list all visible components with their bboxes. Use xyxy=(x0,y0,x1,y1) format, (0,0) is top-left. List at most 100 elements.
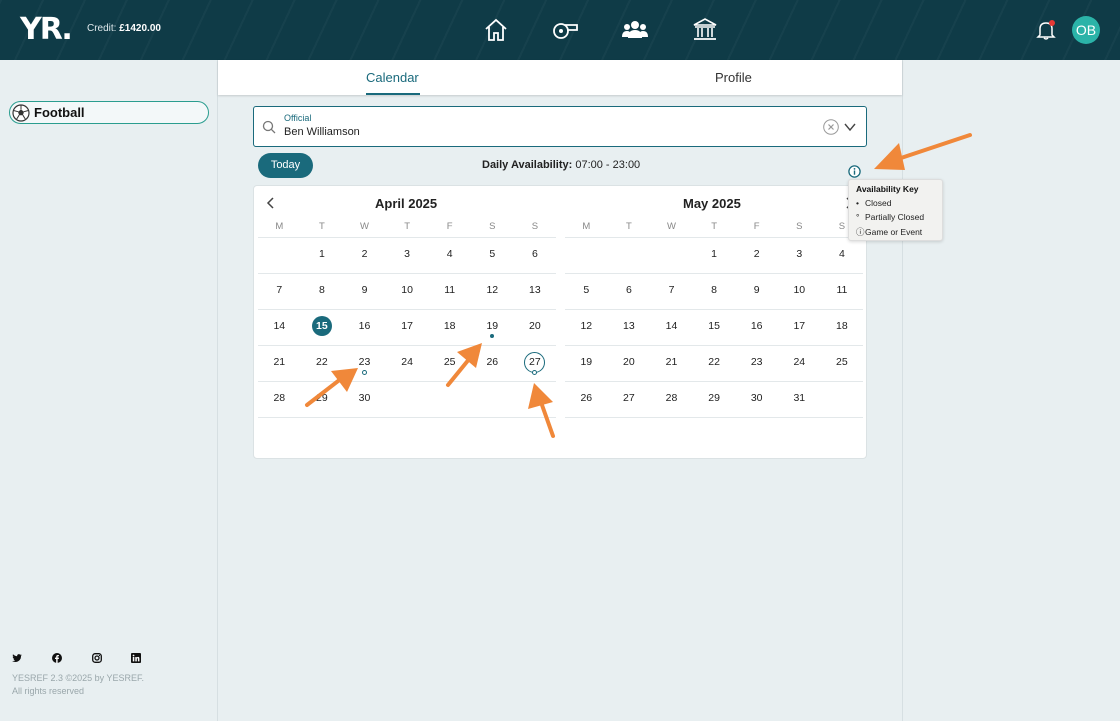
weekday-header: M xyxy=(275,221,284,232)
calendar-day[interactable]: 11 xyxy=(428,284,471,296)
chevron-down-icon[interactable] xyxy=(844,122,856,132)
avatar[interactable]: OB xyxy=(1072,16,1100,44)
daily-availability: Daily Availability: 07:00 - 23:00 xyxy=(482,159,640,171)
calendar-day[interactable]: 18 xyxy=(821,320,864,332)
calendar-day[interactable]: 8 xyxy=(693,284,736,296)
calendar-day[interactable]: 23 xyxy=(735,356,778,368)
calendar-day[interactable]: 30 xyxy=(735,392,778,404)
calendar-day[interactable]: 7 xyxy=(650,284,693,296)
calendar-day[interactable]: 16 xyxy=(343,320,386,332)
calendar-day[interactable]: 28 xyxy=(258,392,301,404)
official-field-label: Official xyxy=(284,113,312,123)
home-icon[interactable] xyxy=(482,16,510,44)
weekday-header: S xyxy=(531,221,539,232)
availability-key-title: Availability Key xyxy=(856,184,919,194)
chevron-left-icon[interactable] xyxy=(266,197,276,209)
weekday-header: S xyxy=(489,221,496,232)
calendar-day[interactable]: 17 xyxy=(778,320,821,332)
grid-line xyxy=(258,417,557,418)
calendar-day[interactable]: 15 xyxy=(693,320,736,332)
calendar-day[interactable]: 4 xyxy=(821,248,864,260)
calendar-day[interactable]: 27 xyxy=(608,392,651,404)
credit-value: £1420.00 xyxy=(119,23,161,34)
grid-line xyxy=(258,381,557,382)
calendar-day[interactable]: 6 xyxy=(514,248,557,260)
calendar-day[interactable]: 24 xyxy=(778,356,821,368)
calendar-day[interactable]: 14 xyxy=(650,320,693,332)
calendar-day[interactable]: 3 xyxy=(386,248,429,260)
calendar-day[interactable]: 7 xyxy=(258,284,301,296)
grid-line xyxy=(565,417,864,418)
calendar-day[interactable]: 6 xyxy=(608,284,651,296)
calendar-day[interactable]: 26 xyxy=(471,356,514,368)
calendar-day[interactable]: 16 xyxy=(735,320,778,332)
key-item-partially-closed: ° Partially Closed xyxy=(856,212,924,222)
linkedin-icon[interactable] xyxy=(131,653,141,663)
twitter-icon[interactable] xyxy=(12,653,22,663)
logo[interactable]: YR. xyxy=(20,12,73,47)
calendar-day[interactable]: 20 xyxy=(514,320,557,332)
tab-calendar[interactable]: Calendar xyxy=(366,70,419,85)
calendar-day[interactable]: 5 xyxy=(471,248,514,260)
closed-dot-icon: • xyxy=(856,198,859,208)
calendar-day[interactable]: 10 xyxy=(778,284,821,296)
calendar-day[interactable]: 13 xyxy=(514,284,557,296)
clear-icon[interactable] xyxy=(823,119,839,135)
sidebar-item-football[interactable]: Football xyxy=(9,101,209,124)
footer-line: All rights reserved xyxy=(12,686,85,696)
calendar-day[interactable]: 13 xyxy=(608,320,651,332)
calendar-day[interactable]: 9 xyxy=(343,284,386,296)
calendar-day[interactable]: 21 xyxy=(650,356,693,368)
calendar-day[interactable]: 10 xyxy=(386,284,429,296)
facebook-icon[interactable] xyxy=(52,653,62,663)
calendar-day[interactable]: 22 xyxy=(693,356,736,368)
tab-bar: Calendar Profile xyxy=(218,60,902,95)
calendar-day[interactable]: 3 xyxy=(778,248,821,260)
calendar-day[interactable]: 28 xyxy=(650,392,693,404)
calendar-day[interactable]: 12 xyxy=(471,284,514,296)
calendar-day[interactable]: 8 xyxy=(301,284,344,296)
people-icon[interactable] xyxy=(621,16,649,44)
calendar-day[interactable]: 25 xyxy=(821,356,864,368)
calendar-day[interactable]: 25 xyxy=(428,356,471,368)
key-item-label: Partially Closed xyxy=(865,212,925,222)
calendar-day[interactable]: 19 xyxy=(565,356,608,368)
calendar-day[interactable]: 18 xyxy=(428,320,471,332)
calendar-day[interactable]: 12 xyxy=(565,320,608,332)
calendar-day[interactable]: 11 xyxy=(821,284,864,296)
info-icon[interactable] xyxy=(848,165,861,178)
bank-icon[interactable] xyxy=(691,16,719,44)
calendar-day[interactable]: 4 xyxy=(428,248,471,260)
calendar-day[interactable]: 24 xyxy=(386,356,429,368)
calendar-day[interactable]: 1 xyxy=(301,248,344,260)
tab-profile[interactable]: Profile xyxy=(715,70,752,85)
today-button[interactable]: Today xyxy=(258,153,313,178)
calendar-day[interactable]: 22 xyxy=(301,356,344,368)
calendar-day[interactable]: 19 xyxy=(471,320,514,332)
calendar-day[interactable]: 27 xyxy=(514,356,557,368)
top-bar: YR. Credit: £1420.00 OB xyxy=(0,0,1120,60)
calendar-day[interactable]: 29 xyxy=(693,392,736,404)
calendar-day[interactable]: 2 xyxy=(343,248,386,260)
calendar-day[interactable]: 15 xyxy=(301,320,344,332)
calendar-day[interactable]: 17 xyxy=(386,320,429,332)
calendar-day[interactable]: 29 xyxy=(301,392,344,404)
whistle-icon[interactable] xyxy=(551,16,579,44)
calendar-day[interactable]: 20 xyxy=(608,356,651,368)
calendar-day[interactable]: 2 xyxy=(735,248,778,260)
calendar-day[interactable]: 31 xyxy=(778,392,821,404)
calendar-day[interactable]: 23 xyxy=(343,356,386,368)
calendar-day[interactable]: 9 xyxy=(735,284,778,296)
calendar-day[interactable]: 5 xyxy=(565,284,608,296)
instagram-icon[interactable] xyxy=(92,653,102,663)
weekday-header: T xyxy=(711,221,717,232)
daily-availability-label: Daily Availability: xyxy=(482,159,573,171)
calendar-day[interactable]: 1 xyxy=(693,248,736,260)
grid-line xyxy=(565,237,864,238)
calendar-day[interactable]: 14 xyxy=(258,320,301,332)
calendar-day[interactable]: 26 xyxy=(565,392,608,404)
content-border xyxy=(902,60,903,721)
official-select[interactable]: Official Ben Williamson xyxy=(253,106,867,147)
calendar-day[interactable]: 21 xyxy=(258,356,301,368)
calendar-day[interactable]: 30 xyxy=(343,392,386,404)
